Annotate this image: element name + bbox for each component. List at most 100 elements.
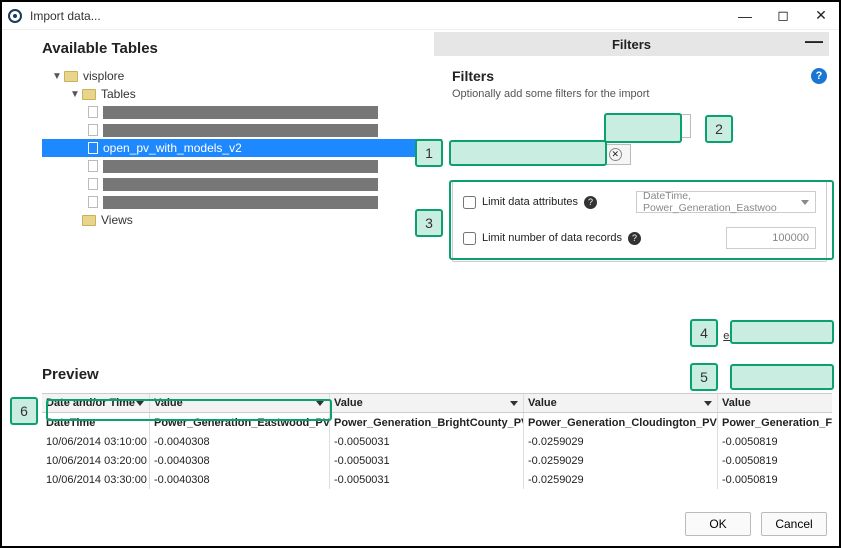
cell-value: -0.0040308 xyxy=(150,451,330,470)
tree-table-item[interactable] xyxy=(42,121,442,139)
maximize-button[interactable]: ◻ xyxy=(771,6,795,26)
titlebar: Import data... — ◻ ✕ xyxy=(2,2,839,30)
chevron-down-icon[interactable]: ▼ xyxy=(70,89,80,100)
filter-options-box: Limit data attributes ? DateTime, Power_… xyxy=(452,180,827,262)
redacted-label xyxy=(103,196,378,209)
limit-attributes-row: Limit data attributes ? DateTime, Power_… xyxy=(463,191,816,213)
filters-subtext: Optionally add some filters for the impo… xyxy=(452,88,827,100)
cell-value: -0.0259029 xyxy=(524,432,718,451)
folder-icon xyxy=(82,215,96,226)
edit-query-link[interactable]: edit query manually... xyxy=(723,330,827,342)
filters-heading: Filters xyxy=(452,68,827,84)
col-group-value[interactable]: Value xyxy=(718,394,832,412)
window-title: Import data... xyxy=(30,9,733,23)
redacted-label xyxy=(103,160,378,173)
limit-records-checkbox[interactable] xyxy=(463,232,476,245)
tree-label: Tables xyxy=(101,87,136,101)
cell-value: -0.0050819 xyxy=(718,432,832,451)
cell-datetime: 10/06/2014 03:20:00 xyxy=(42,451,150,470)
callout-num-2: 2 xyxy=(705,115,733,143)
available-tables-heading: Available Tables xyxy=(42,40,442,57)
folder-icon xyxy=(82,89,96,100)
tree-table-item[interactable] xyxy=(42,175,442,193)
filter-chip-prefix: DateTime: xyxy=(461,149,511,161)
cell-value: -0.0050819 xyxy=(718,451,832,470)
col-eastwood[interactable]: Power_Generation_Eastwood_PV_Model xyxy=(150,413,330,432)
filters-panel-title: Filters xyxy=(612,37,651,52)
preview-heading: Preview xyxy=(42,366,829,383)
file-icon xyxy=(88,124,98,136)
cell-value: -0.0259029 xyxy=(524,451,718,470)
col-group-value[interactable]: Value xyxy=(330,394,524,412)
cell-value: -0.0050819 xyxy=(718,470,832,489)
cell-datetime: 10/06/2014 03:30:00 xyxy=(42,470,150,489)
limit-records-label: Limit number of data records xyxy=(482,232,622,244)
limit-attributes-label: Limit data attributes xyxy=(482,196,578,208)
close-button[interactable]: ✕ xyxy=(809,6,833,26)
col-flowe[interactable]: Power_Generation_Flowe xyxy=(718,413,832,432)
cell-value: -0.0050031 xyxy=(330,451,524,470)
help-icon[interactable]: ? xyxy=(628,232,641,245)
table-row[interactable]: 10/06/2014 03:20:00 -0.0040308 -0.005003… xyxy=(42,451,832,470)
tree-table-item[interactable] xyxy=(42,103,442,121)
table-tree[interactable]: ▼ visplore ▼ Tables open_pv_with_models_… xyxy=(42,67,442,229)
cell-datetime: 10/06/2014 03:10:00 xyxy=(42,432,150,451)
filters-panel-header[interactable]: Filters — xyxy=(434,32,829,56)
tree-table-item-selected[interactable]: open_pv_with_models_v2 xyxy=(42,139,442,157)
filters-section: ? Filters Optionally add some filters fo… xyxy=(452,68,827,114)
file-icon xyxy=(88,196,98,208)
folder-icon xyxy=(64,71,78,82)
help-icon[interactable]: ? xyxy=(584,196,597,209)
col-group-value[interactable]: Value xyxy=(524,394,718,412)
filter-chip-remove-icon[interactable]: ✕ xyxy=(609,148,622,161)
preview-grid[interactable]: Date and/or Time Value Value Value Value… xyxy=(42,393,832,489)
table-row[interactable]: 10/06/2014 03:30:00 -0.0040308 -0.005003… xyxy=(42,470,832,489)
callout-num-6: 6 xyxy=(10,397,38,425)
cell-value: -0.0259029 xyxy=(524,470,718,489)
tree-label: Views xyxy=(101,213,133,227)
file-icon xyxy=(88,106,98,118)
redacted-label xyxy=(103,106,378,119)
tree-table-item[interactable] xyxy=(42,157,442,175)
cell-value: -0.0040308 xyxy=(150,470,330,489)
tree-label: open_pv_with_models_v2 xyxy=(103,141,242,155)
callout-num-4: 4 xyxy=(690,319,718,347)
ok-button[interactable]: OK xyxy=(685,512,751,536)
add-filter-button[interactable]: + Add filter xyxy=(612,114,691,138)
col-group-date[interactable]: Date and/or Time xyxy=(42,394,150,412)
redacted-label xyxy=(103,124,378,137)
col-cloudington[interactable]: Power_Generation_Cloudington_PV_Model xyxy=(524,413,718,432)
file-icon xyxy=(88,160,98,172)
help-icon[interactable]: ? xyxy=(811,68,827,84)
filter-chip-range[interactable]: 10/06-20/11/2014 xyxy=(515,149,600,161)
file-icon xyxy=(88,178,98,190)
window-buttons: — ◻ ✕ xyxy=(733,6,833,26)
col-brightcounty[interactable]: Power_Generation_BrightCounty_PV_Model xyxy=(330,413,524,432)
col-group-value[interactable]: Value xyxy=(150,394,330,412)
attributes-combo[interactable]: DateTime, Power_Generation_Eastwoo xyxy=(636,191,816,213)
grid-header-group: Date and/or Time Value Value Value Value xyxy=(42,394,832,413)
tree-table-item[interactable] xyxy=(42,193,442,211)
tree-node-tables[interactable]: ▼ Tables xyxy=(42,85,442,103)
available-tables-section: Available Tables ▼ visplore ▼ Tables ope… xyxy=(42,40,442,229)
table-row[interactable]: 10/06/2014 03:10:00 -0.0040308 -0.005003… xyxy=(42,432,832,451)
grid-header-fields: DateTime Power_Generation_Eastwood_PV_Mo… xyxy=(42,413,832,432)
tree-label: visplore xyxy=(83,69,124,83)
dialog-footer: OK Cancel xyxy=(685,512,827,536)
file-icon xyxy=(88,142,98,154)
cancel-button[interactable]: Cancel xyxy=(761,512,827,536)
preview-section: Preview Date and/or Time Value Value Val… xyxy=(42,366,829,489)
filter-chip-datetime[interactable]: DateTime: 10/06-20/11/2014 ✕ xyxy=(452,144,631,165)
limit-records-input[interactable]: 100000 xyxy=(726,227,816,249)
col-datetime[interactable]: DateTime xyxy=(42,413,150,432)
minimize-button[interactable]: — xyxy=(733,6,757,26)
filters-panel-collapse-icon[interactable]: — xyxy=(805,34,823,48)
chevron-down-icon[interactable]: ▼ xyxy=(52,71,62,82)
app-icon xyxy=(8,9,22,23)
redacted-label xyxy=(103,178,378,191)
limit-records-row: Limit number of data records ? 100000 xyxy=(463,227,816,249)
cell-value: -0.0050031 xyxy=(330,470,524,489)
tree-node-views[interactable]: Views xyxy=(42,211,442,229)
tree-node-visplore[interactable]: ▼ visplore xyxy=(42,67,442,85)
limit-attributes-checkbox[interactable] xyxy=(463,196,476,209)
